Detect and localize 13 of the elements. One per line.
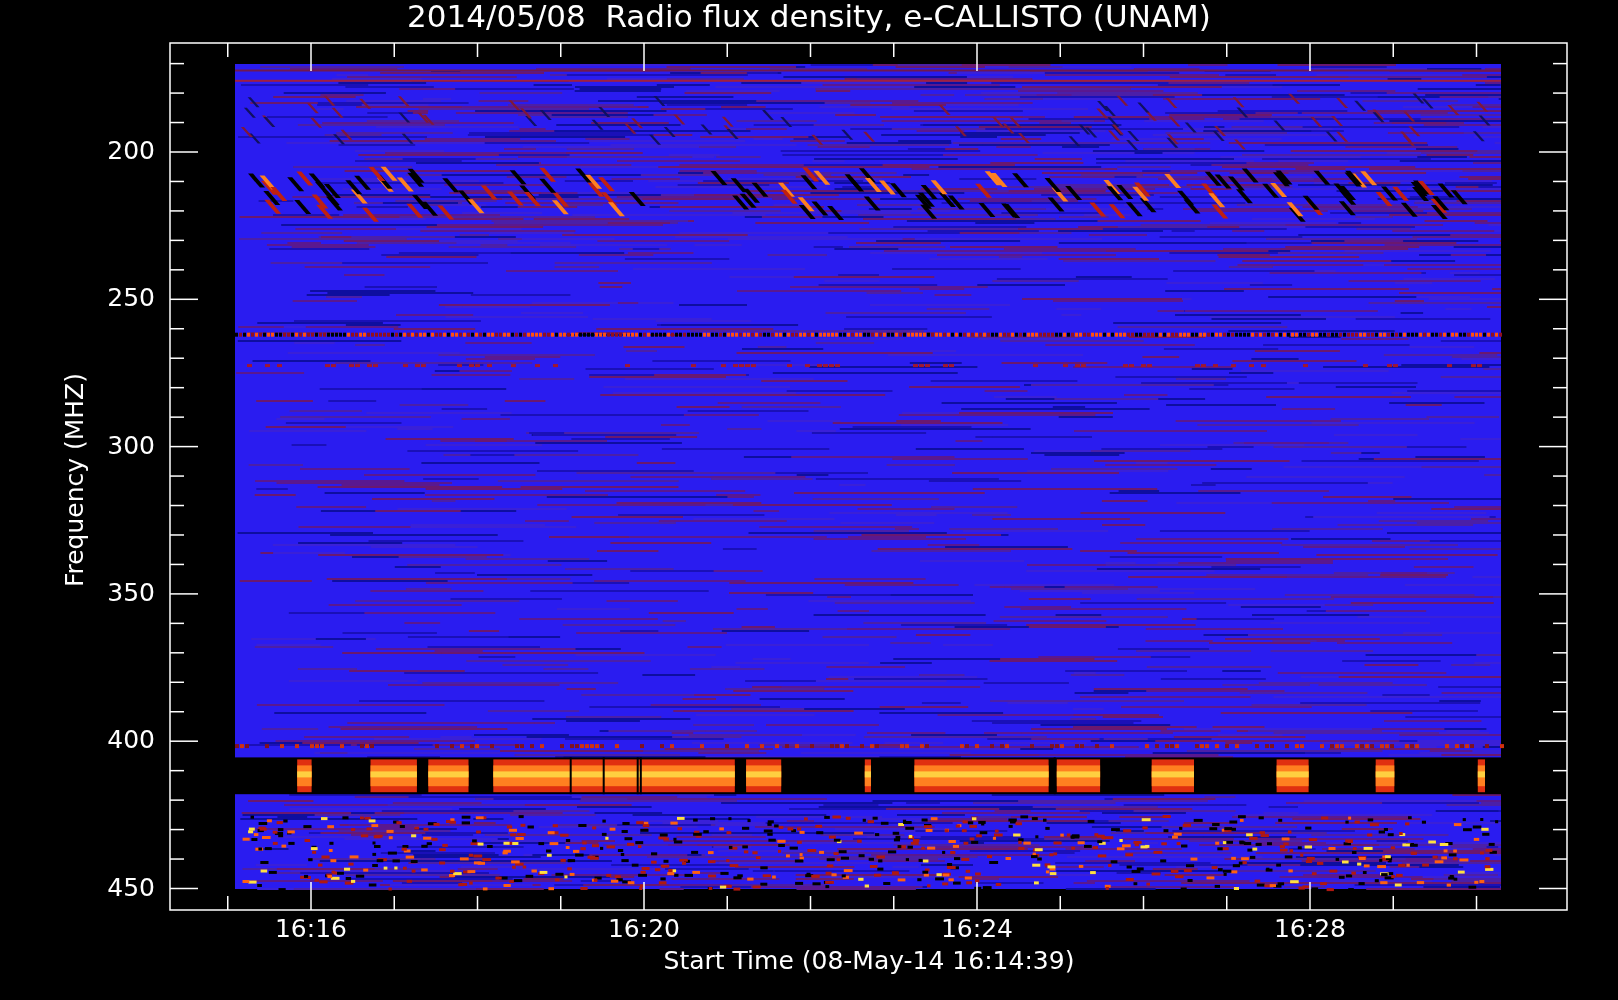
x-axis-label: Start Time (08-May-14 16:14:39) (662, 946, 1076, 975)
y-tick-label: 200 (107, 136, 155, 165)
y-tick-label: 250 (107, 283, 155, 313)
y-tick-label: 300 (107, 430, 155, 460)
y-axis-label: Frequency (MHZ) (60, 373, 89, 588)
plot-title: 2014/05/08 Radio flux density, e-CALLISTO (UNAM) (406, 0, 1212, 34)
y-tick-label: 400 (107, 725, 155, 755)
x-tick-label: 16:20 (606, 914, 681, 943)
x-tick-label: 16:16 (273, 914, 348, 943)
y-tick-label: 350 (107, 577, 155, 607)
x-tick-label: 16:28 (1272, 914, 1347, 943)
y-tick-label: 450 (107, 872, 155, 902)
x-tick-label: 16:24 (939, 914, 1014, 943)
